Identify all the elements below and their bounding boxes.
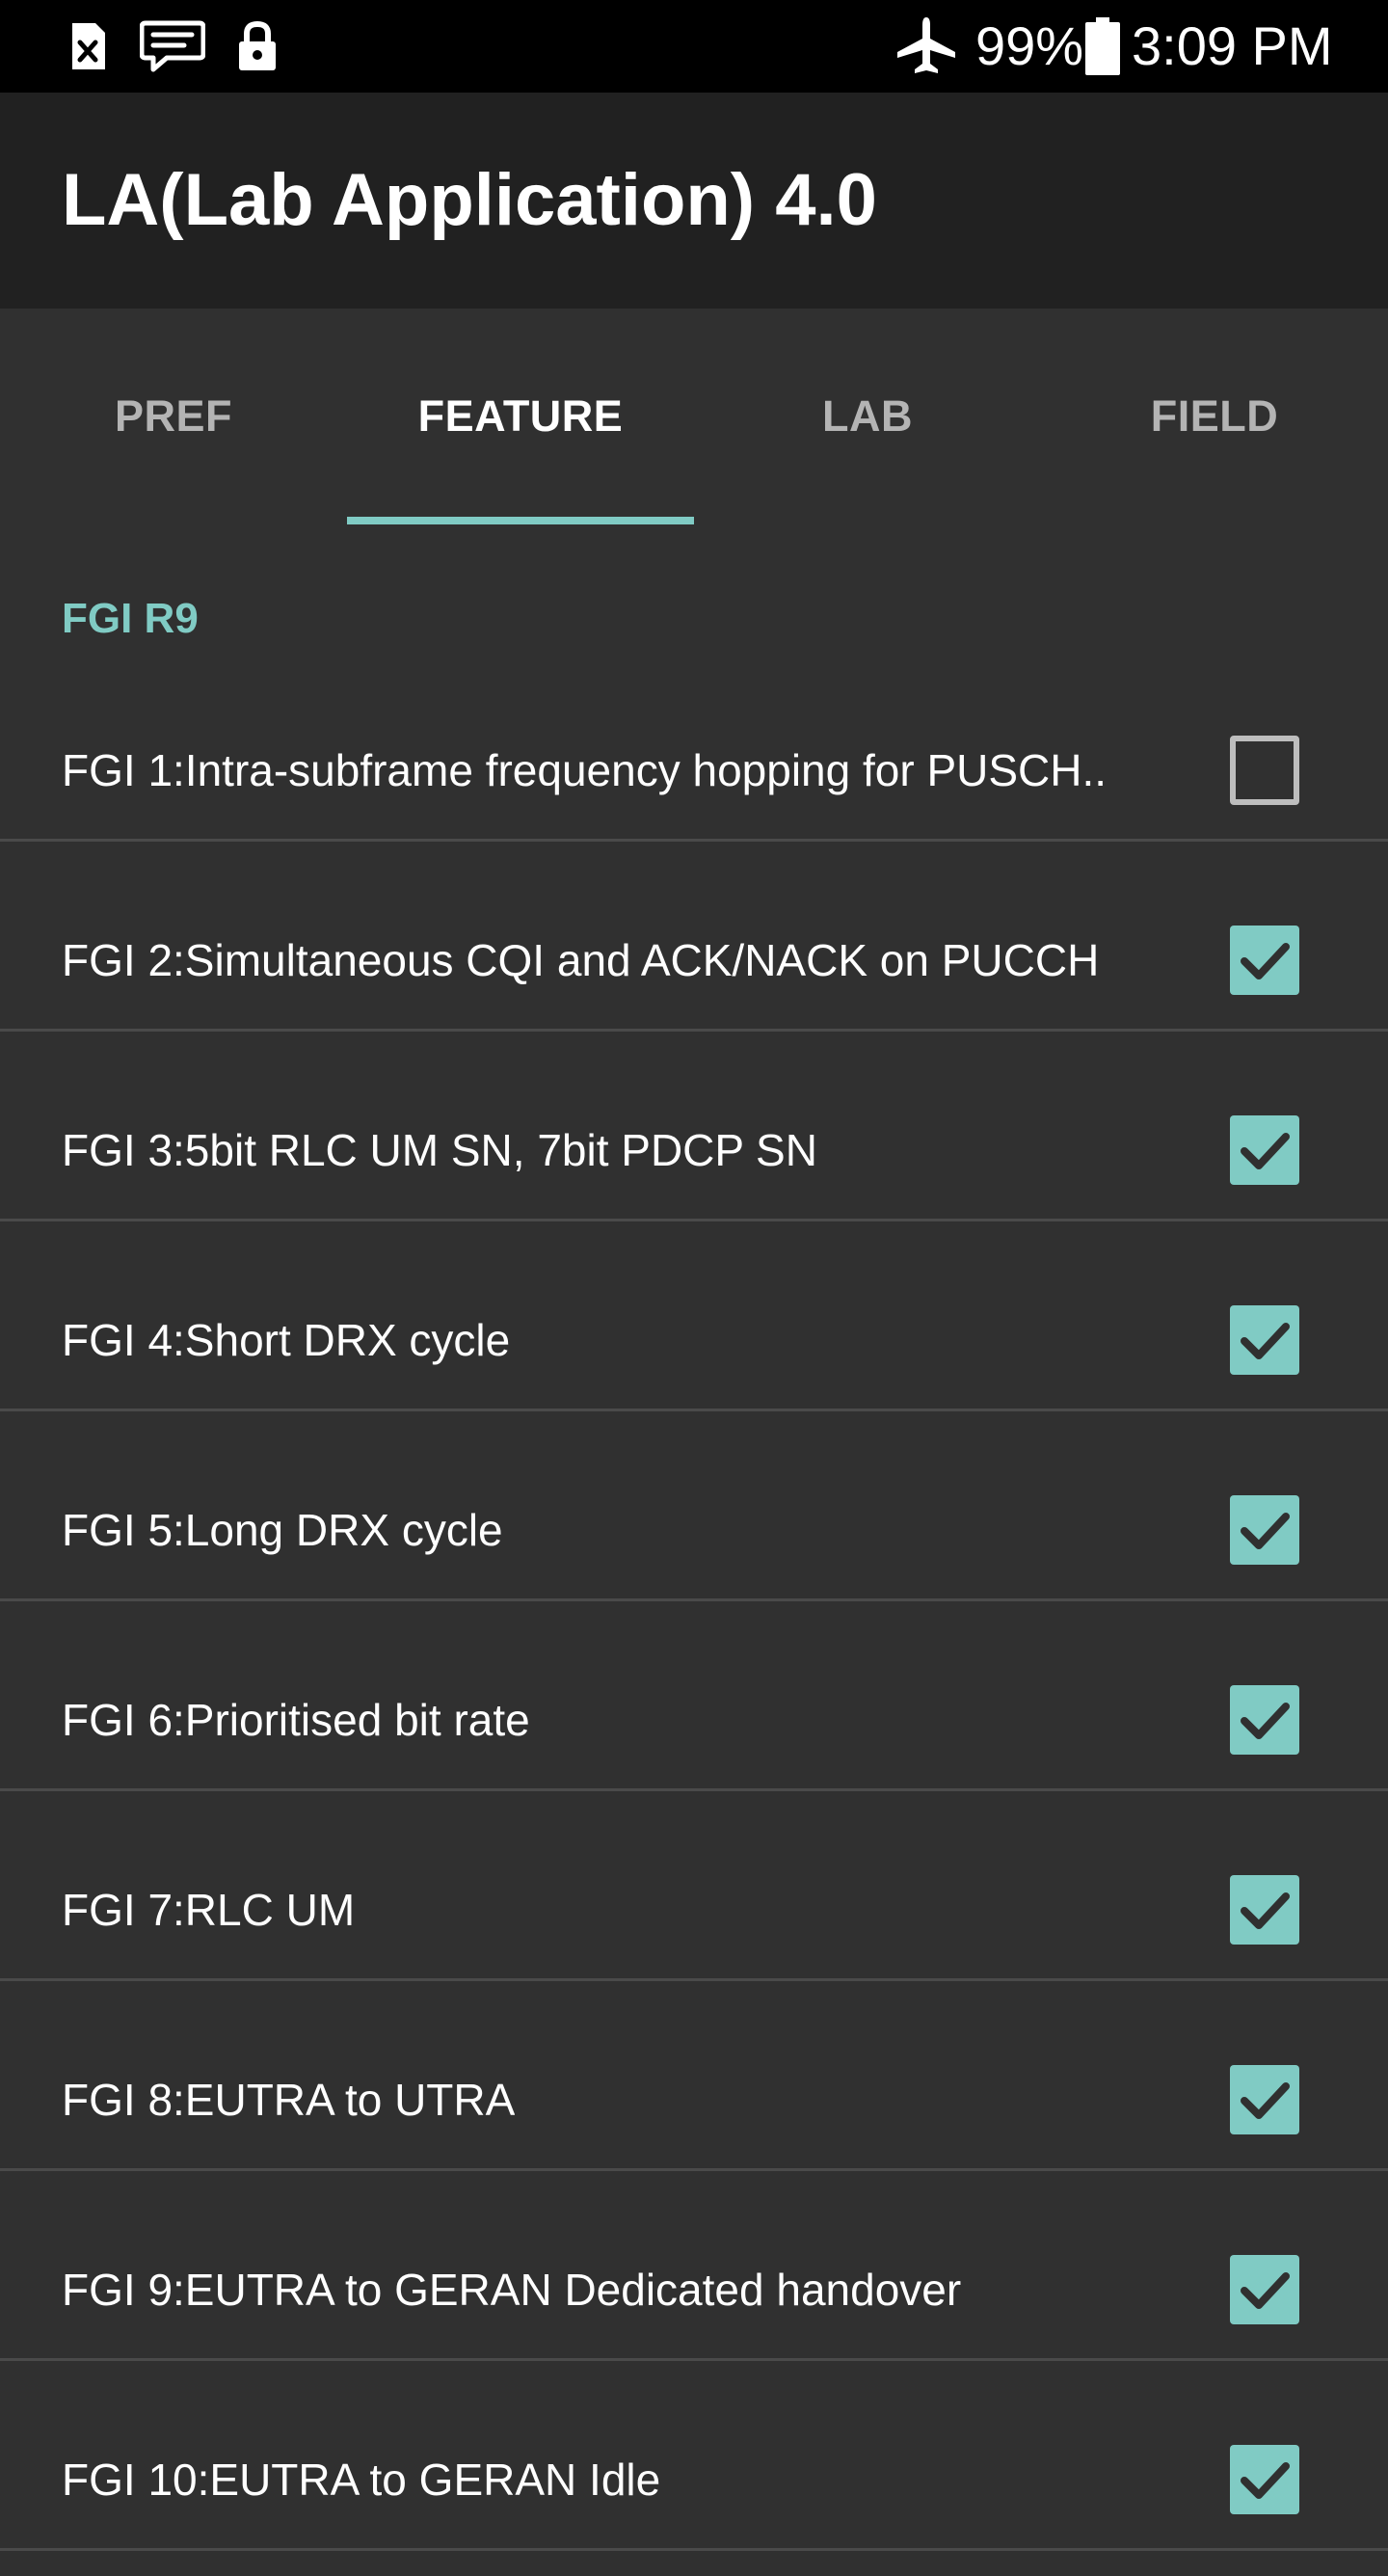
divider <box>0 1219 1388 1221</box>
divider <box>0 1598 1388 1601</box>
checkbox-checked[interactable] <box>1230 1114 1299 1185</box>
checkbox-checked[interactable] <box>1230 1684 1299 1755</box>
lock-icon <box>233 17 281 75</box>
item-label: FGI 10:EUTRA to GERAN Idle <box>62 2454 661 2505</box>
checkbox-checked[interactable] <box>1230 925 1299 995</box>
item-label: FGI 2:Simultaneous CQI and ACK/NACK on P… <box>62 934 1100 985</box>
section-header: FGI R9 <box>62 595 199 642</box>
tab-pref[interactable]: PREF <box>0 309 347 524</box>
active-tab-indicator <box>347 517 694 524</box>
checkbox-checked[interactable] <box>1230 1304 1299 1375</box>
check-icon <box>1241 942 1290 979</box>
divider <box>0 1788 1388 1791</box>
list-item[interactable]: FGI 9:EUTRA to GERAN Dedicated handover <box>0 2194 1388 2384</box>
checkbox-checked[interactable] <box>1230 2064 1299 2134</box>
check-icon <box>1241 1892 1290 1929</box>
check-icon <box>1241 1132 1290 1169</box>
message-icon <box>139 17 206 75</box>
divider <box>0 1409 1388 1411</box>
tab-bar: PREF FEATURE LAB FIELD <box>0 309 1388 524</box>
list-item[interactable]: FGI 2:Simultaneous CQI and ACK/NACK on P… <box>0 865 1388 1055</box>
divider <box>0 2358 1388 2361</box>
app-bar: LA(Lab Application) 4.0 <box>0 93 1388 309</box>
tab-label: FEATURE <box>417 391 624 441</box>
tab-label: PREF <box>114 391 232 441</box>
battery-icon <box>1083 17 1122 75</box>
item-label: FGI 8:EUTRA to UTRA <box>62 2074 516 2125</box>
airplane-mode-icon <box>893 17 960 75</box>
app-title: LA(Lab Application) 4.0 <box>62 159 877 241</box>
checkbox-checked[interactable] <box>1230 2254 1299 2324</box>
divider <box>0 2548 1388 2551</box>
clock: 3:09 PM <box>1132 15 1333 76</box>
status-bar: 99% 3:09 PM <box>0 0 1388 93</box>
list-item[interactable]: FGI 10:EUTRA to GERAN Idle <box>0 2384 1388 2574</box>
check-icon <box>1241 1322 1290 1359</box>
divider <box>0 2168 1388 2171</box>
checkbox-unchecked[interactable] <box>1230 735 1299 805</box>
sim-missing-icon <box>64 17 112 75</box>
check-icon <box>1241 2081 1290 2119</box>
checkbox-checked[interactable] <box>1230 1874 1299 1945</box>
item-label: FGI 4:Short DRX cycle <box>62 1314 511 1365</box>
divider <box>0 1978 1388 1981</box>
tab-label: LAB <box>822 391 913 441</box>
list-item[interactable]: FGI 7:RLC UM <box>0 1814 1388 2004</box>
check-icon <box>1241 1512 1290 1549</box>
divider <box>0 839 1388 842</box>
divider <box>0 1029 1388 1032</box>
tab-label: FIELD <box>1150 391 1279 441</box>
check-icon <box>1241 2461 1290 2499</box>
checkbox-checked[interactable] <box>1230 2444 1299 2514</box>
item-label: FGI 7:RLC UM <box>62 1884 356 1935</box>
list-item[interactable]: FGI 3:5bit RLC UM SN, 7bit PDCP SN <box>0 1055 1388 1245</box>
item-label: FGI 5:Long DRX cycle <box>62 1504 503 1555</box>
list-item[interactable]: FGI 6:Prioritised bit rate <box>0 1624 1388 1814</box>
item-label: FGI 9:EUTRA to GERAN Dedicated handover <box>62 2264 962 2315</box>
battery-percent: 99% <box>975 15 1084 76</box>
item-label: FGI 6:Prioritised bit rate <box>62 1694 530 1745</box>
list-item[interactable]: FGI 4:Short DRX cycle <box>0 1245 1388 1435</box>
list-item[interactable]: FGI 1:Intra-subframe frequency hopping f… <box>0 675 1388 865</box>
check-icon <box>1241 2271 1290 2309</box>
checkbox-checked[interactable] <box>1230 1494 1299 1565</box>
item-label: FGI 1:Intra-subframe frequency hopping f… <box>62 744 1108 795</box>
tab-lab[interactable]: LAB <box>694 309 1041 524</box>
tab-feature[interactable]: FEATURE <box>347 309 694 524</box>
fgi-list: FGI 1:Intra-subframe frequency hopping f… <box>0 675 1388 2574</box>
list-item[interactable]: FGI 8:EUTRA to UTRA <box>0 2004 1388 2194</box>
list-item[interactable]: FGI 5:Long DRX cycle <box>0 1435 1388 1624</box>
check-icon <box>1241 1702 1290 1739</box>
item-label: FGI 3:5bit RLC UM SN, 7bit PDCP SN <box>62 1124 817 1175</box>
tab-field[interactable]: FIELD <box>1041 309 1388 524</box>
